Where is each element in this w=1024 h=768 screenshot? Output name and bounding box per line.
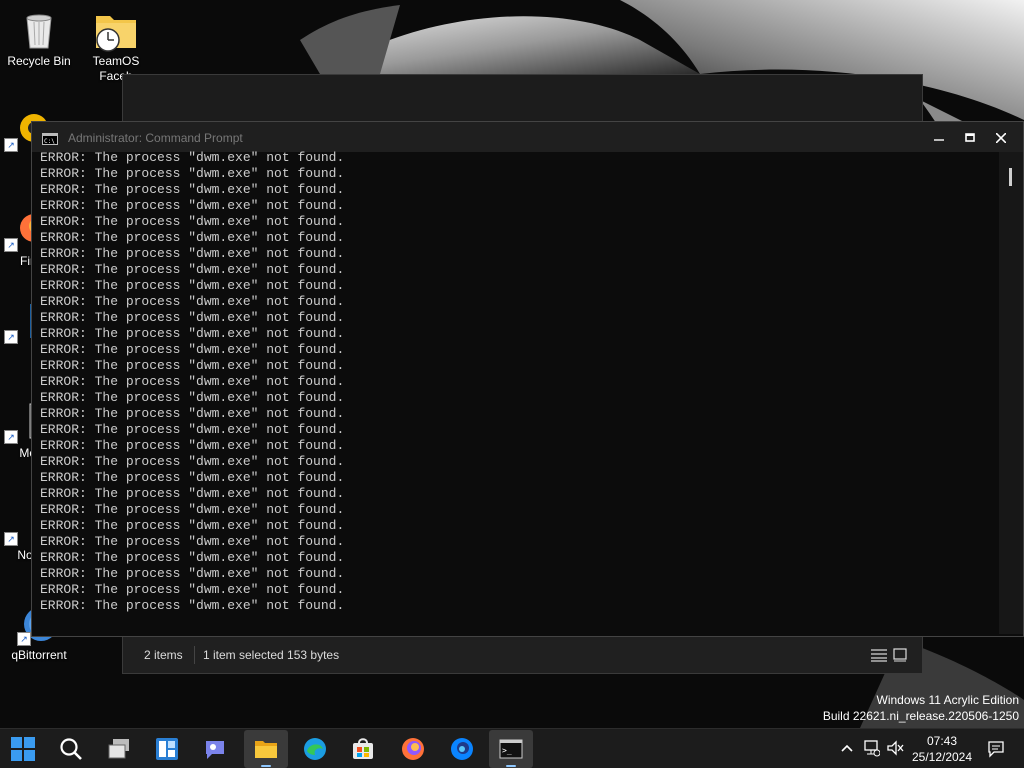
desktop-icon-teamos[interactable]: TeamOS Faceb (78, 8, 154, 84)
console-line: ERROR: The process "dwm.exe" not found. (40, 358, 345, 373)
svg-text:C:\: C:\ (44, 138, 55, 145)
console-line: ERROR: The process "dwm.exe" not found. (40, 550, 345, 565)
console-line: ERROR: The process "dwm.exe" not found. (40, 438, 345, 453)
details-view-icon[interactable] (871, 648, 887, 665)
clock-date: 25/12/2024 (911, 750, 973, 764)
firefox-alt-icon (451, 738, 473, 760)
console-line: ERROR: The process "dwm.exe" not found. (40, 182, 345, 197)
start-button[interactable] (1, 730, 45, 768)
shortcut-arrow-icon: ↗ (4, 138, 18, 152)
console-line: ERROR: The process "dwm.exe" not found. (40, 582, 345, 597)
console-scrollbar[interactable] (999, 152, 1023, 634)
console-line: ERROR: The process "dwm.exe" not found. (40, 166, 345, 181)
windows-watermark: Windows 11 Acrylic Edition Build 22621.n… (823, 692, 1019, 724)
console-line: ERROR: The process "dwm.exe" not found. (40, 534, 345, 549)
tiles-view-icon[interactable] (893, 648, 907, 665)
terminal-icon: >_ (499, 739, 523, 759)
firefox-alt-button[interactable] (440, 730, 484, 768)
maximize-icon (965, 132, 975, 142)
console-line: ERROR: The process "dwm.exe" not found. (40, 150, 345, 165)
firefox-taskbar-button[interactable] (391, 730, 435, 768)
search-icon (60, 738, 82, 760)
folder-clock-icon (94, 8, 138, 52)
status-selection: 1 item selected 153 bytes (203, 648, 340, 662)
console-line: ERROR: The process "dwm.exe" not found. (40, 454, 345, 469)
close-icon (995, 131, 1007, 144)
watermark-edition: Windows 11 Acrylic Edition (876, 693, 1020, 707)
console-line: ERROR: The process "dwm.exe" not found. (40, 278, 345, 293)
command-prompt-window[interactable]: C:\ Administrator: Command Prompt ERROR:… (31, 121, 1024, 637)
console-titlebar[interactable]: C:\ Administrator: Command Prompt (32, 122, 1023, 152)
terminal-button[interactable]: >_ (489, 730, 533, 768)
console-app-icon: C:\ (42, 132, 58, 150)
status-item-count: 2 items (144, 648, 183, 662)
desktop-icon-recycle-bin[interactable]: Recycle Bin (1, 8, 77, 69)
console-line: ERROR: The process "dwm.exe" not found. (40, 390, 345, 405)
firefox-icon (402, 738, 424, 760)
desktop: Recycle Bin TeamOS Faceb ↗ A (0, 0, 1024, 768)
console-line: ERROR: The process "dwm.exe" not found. (40, 566, 345, 581)
close-button[interactable] (986, 122, 1016, 152)
console-line: ERROR: The process "dwm.exe" not found. (40, 214, 345, 229)
notifications-icon[interactable] (987, 740, 1005, 763)
console-line: ERROR: The process "dwm.exe" not found. (40, 246, 345, 261)
console-title: Administrator: Command Prompt (68, 131, 243, 145)
task-view-button[interactable] (97, 730, 141, 768)
network-disconnected-icon[interactable] (862, 739, 881, 762)
teams-chat-button[interactable] (193, 730, 237, 768)
shortcut-arrow-icon: ↗ (4, 532, 18, 546)
watermark-build: Build 22621.ni_release.220506-1250 (822, 709, 1019, 723)
maximize-button[interactable] (955, 122, 985, 152)
console-line: ERROR: The process "dwm.exe" not found. (40, 422, 345, 437)
clock-time: 07:43 (926, 734, 958, 748)
explorer-status-bar: 2 items 1 item selected 153 bytes (123, 636, 922, 673)
console-line: ERROR: The process "dwm.exe" not found. (40, 294, 345, 309)
edge-button[interactable] (293, 730, 337, 768)
console-line: ERROR: The process "dwm.exe" not found. (40, 326, 345, 341)
console-line: ERROR: The process "dwm.exe" not found. (40, 342, 345, 357)
edge-icon (304, 738, 326, 760)
console-line: ERROR: The process "dwm.exe" not found. (40, 518, 345, 533)
minimize-icon (934, 138, 944, 141)
shortcut-arrow-icon: ↗ (4, 430, 18, 444)
shortcut-arrow-icon: ↗ (4, 330, 18, 344)
volume-muted-icon[interactable] (886, 740, 904, 761)
console-line: ERROR: The process "dwm.exe" not found. (40, 262, 345, 277)
shortcut-arrow-icon: ↗ (4, 238, 18, 252)
console-line: ERROR: The process "dwm.exe" not found. (40, 230, 345, 245)
widgets-button[interactable] (145, 730, 189, 768)
console-line: ERROR: The process "dwm.exe" not found. (40, 310, 345, 325)
file-explorer-icon (255, 741, 277, 758)
desktop-icon-label: Recycle Bin (7, 54, 71, 68)
taskbar-clock[interactable]: 07:43 25/12/2024 (907, 733, 977, 765)
search-button[interactable] (49, 730, 93, 768)
console-line: ERROR: The process "dwm.exe" not found. (40, 502, 345, 517)
minimize-button[interactable] (924, 122, 954, 152)
start-icon (11, 737, 35, 761)
svg-text:>_: >_ (502, 746, 512, 755)
recycle-bin-icon (17, 8, 61, 52)
desktop-icon-label: qBittorrent (11, 648, 67, 662)
console-line: ERROR: The process "dwm.exe" not found. (40, 470, 345, 485)
console-line: ERROR: The process "dwm.exe" not found. (40, 198, 345, 213)
store-icon (353, 738, 373, 759)
store-button[interactable] (341, 730, 385, 768)
shortcut-arrow-icon: ↗ (17, 632, 31, 646)
console-line: ERROR: The process "dwm.exe" not found. (40, 598, 345, 613)
scrollbar-thumb[interactable] (1009, 168, 1012, 186)
widgets-icon (156, 738, 178, 760)
task-view-icon (108, 739, 129, 759)
console-line: ERROR: The process "dwm.exe" not found. (40, 486, 345, 501)
console-output[interactable]: ERROR: The process "dwm.exe" not found. E… (40, 150, 1000, 630)
chevron-up-icon[interactable] (840, 741, 854, 760)
teams-chat-icon (206, 741, 224, 759)
file-explorer-button[interactable] (244, 730, 288, 768)
console-line: ERROR: The process "dwm.exe" not found. (40, 374, 345, 389)
console-line: ERROR: The process "dwm.exe" not found. (40, 406, 345, 421)
taskbar: >_ 07:43 25/12/2024 (0, 728, 1024, 768)
status-divider (194, 646, 195, 664)
